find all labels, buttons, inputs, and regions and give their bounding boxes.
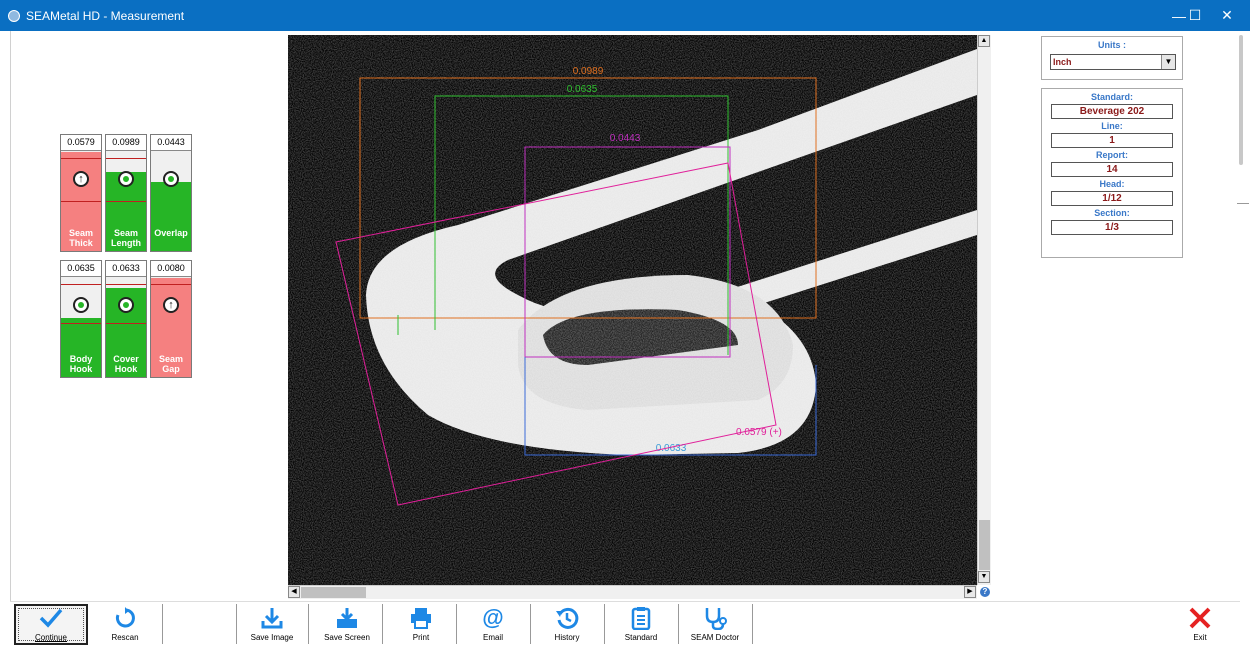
history-icon <box>555 605 579 631</box>
scroll-left-icon[interactable]: ◀ <box>288 586 300 598</box>
standard-label: Standard: <box>1090 92 1133 102</box>
ok-dot-icon <box>73 297 89 313</box>
arrow-up-icon: ↑ <box>163 297 179 313</box>
chevron-down-icon[interactable]: ▼ <box>1161 55 1175 69</box>
ok-dot-icon <box>118 297 134 313</box>
download-icon <box>260 605 284 631</box>
line-value: 1 <box>1051 133 1173 148</box>
gauge-label: Hook <box>114 364 138 374</box>
save-screen-button[interactable]: Save Screen <box>314 601 380 645</box>
units-panel: Units : Inch ▼ <box>1041 36 1183 80</box>
units-label: Units : <box>1098 40 1126 50</box>
gauge-seam-thick[interactable]: 0.0579 ↑ Seam Thick <box>60 134 102 252</box>
head-label: Head: <box>1099 179 1125 189</box>
history-label: History <box>554 633 580 642</box>
scroll-thumb[interactable] <box>979 520 990 570</box>
email-label: Email <box>482 633 503 642</box>
units-selected: Inch <box>1053 57 1072 67</box>
arrow-up-icon: ↑ <box>73 171 89 187</box>
exit-button[interactable]: Exit <box>1180 601 1220 645</box>
standard-button[interactable]: Standard <box>616 601 666 645</box>
gauge-value: 0.0579 <box>61 135 101 151</box>
seam-length-label: 0.0989 <box>573 66 604 77</box>
gauge-label: Length <box>111 238 141 248</box>
title-bar: SEAMetal HD - Measurement — ☐ ✕ <box>0 0 1250 31</box>
clipboard-icon <box>629 605 653 631</box>
email-button[interactable]: @ Email <box>468 601 518 645</box>
print-button[interactable]: Print <box>396 601 446 645</box>
gauge-value: 0.0443 <box>151 135 191 151</box>
seam-doctor-label: SEAM Doctor <box>690 633 740 642</box>
continue-button[interactable]: Continue <box>14 601 88 645</box>
seam-thickness-label: 0.0579 (+) <box>736 427 782 438</box>
history-button[interactable]: History <box>542 601 592 645</box>
stethoscope-icon <box>703 605 727 631</box>
standard-value: Beverage 202 <box>1051 104 1173 119</box>
horizontal-scrollbar[interactable]: ◀ ▶ <box>288 585 977 599</box>
gauge-label: Seam <box>158 354 184 364</box>
window-title: SEAMetal HD - Measurement <box>26 8 185 23</box>
gauge-value: 0.0080 <box>151 261 191 277</box>
gauge-overlap[interactable]: 0.0443 Overlap <box>150 134 192 252</box>
save-image-button[interactable]: Save Image <box>242 601 302 645</box>
gauge-value: 0.0989 <box>106 135 146 151</box>
overlap-label: 0.0443 <box>610 133 641 144</box>
ok-dot-icon <box>118 171 134 187</box>
units-select[interactable]: Inch ▼ <box>1050 54 1176 70</box>
head-value: 1/12 <box>1051 191 1173 206</box>
gauge-body-hook[interactable]: 0.0635 Body Hook <box>60 260 102 378</box>
printer-icon <box>409 605 433 631</box>
frame-edge <box>10 31 11 601</box>
gauge-label: Hook <box>69 364 93 374</box>
gauge-label: Gap <box>162 364 180 374</box>
gauge-cover-hook[interactable]: 0.0633 Cover Hook <box>105 260 147 378</box>
gauge-label: Body <box>69 354 93 364</box>
at-sign-icon: @ <box>482 605 504 630</box>
gauge-value: 0.0633 <box>106 261 146 277</box>
report-value: 14 <box>1051 162 1173 177</box>
help-icon[interactable]: ? <box>980 587 990 597</box>
body-hook-label: 0.0635 <box>567 84 598 95</box>
section-value: 1/3 <box>1051 220 1173 235</box>
close-button[interactable]: ✕ <box>1204 0 1250 31</box>
refresh-icon <box>113 605 137 631</box>
scroll-up-icon[interactable]: ▲ <box>978 35 990 47</box>
scroll-down-icon[interactable]: ▼ <box>978 571 990 583</box>
standard-label-btn: Standard <box>624 633 658 642</box>
scroll-thumb[interactable] <box>301 587 366 598</box>
continue-label: Continue <box>34 633 68 642</box>
page-scrollbar[interactable] <box>1237 35 1249 600</box>
gauge-value: 0.0635 <box>61 261 101 277</box>
exit-label: Exit <box>1193 633 1207 642</box>
seam-doctor-button[interactable]: SEAM Doctor <box>684 601 746 645</box>
gauge-label: Seam <box>68 228 94 238</box>
cross-section-image: 0.0989 0.0635 0.0443 0.0633 0.0579 (+) <box>288 35 977 585</box>
report-label: Report: <box>1096 150 1128 160</box>
gauge-label: Overlap <box>154 228 188 238</box>
section-label: Section: <box>1094 208 1130 218</box>
rescan-button[interactable]: Rescan <box>100 601 150 645</box>
save-screen-label: Save Screen <box>324 633 370 642</box>
scroll-thumb[interactable] <box>1239 35 1243 165</box>
app-icon <box>8 9 20 22</box>
line-label: Line: <box>1101 121 1123 131</box>
vertical-scrollbar[interactable]: ▲ ▼ <box>977 35 991 585</box>
print-label: Print <box>412 633 430 642</box>
gauge-label: Cover <box>113 354 139 364</box>
gauge-seam-length[interactable]: 0.0989 Seam Length <box>105 134 147 252</box>
save-screen-icon <box>335 605 359 631</box>
ok-dot-icon <box>163 171 179 187</box>
info-panel: Standard: Beverage 202 Line: 1 Report: 1… <box>1041 88 1183 258</box>
scroll-right-icon[interactable]: ▶ <box>964 586 976 598</box>
close-x-icon <box>1188 605 1212 631</box>
gauge-label: Seam <box>113 228 139 238</box>
save-image-label: Save Image <box>250 633 294 642</box>
checkmark-icon <box>39 605 63 631</box>
seam-image-viewer[interactable]: 0.0989 0.0635 0.0443 0.0633 0.0579 (+) <box>288 35 977 585</box>
gauge-label: Thick <box>69 238 93 248</box>
gauge-seam-gap[interactable]: 0.0080 ↑ Seam Gap <box>150 260 192 378</box>
rescan-label: Rescan <box>111 633 139 642</box>
